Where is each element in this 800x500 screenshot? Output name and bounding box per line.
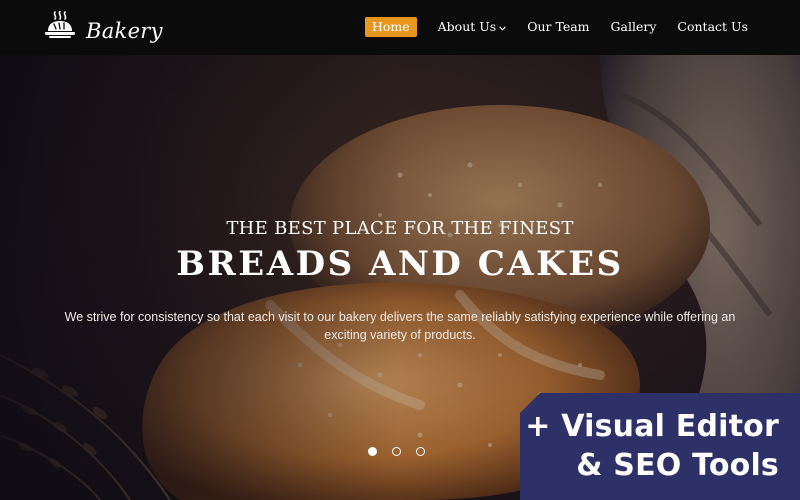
nav-home[interactable]: Home [364,17,417,37]
nav-about-us[interactable]: About Us [438,17,507,37]
hero-description: We strive for consistency so that each v… [64,310,736,342]
nav-our-team-label: Our Team [527,19,590,34]
nav-gallery-label: Gallery [610,19,657,34]
nav-contact-us-label: Contact Us [677,19,748,34]
hero-headline: BREADS AND CAKES [176,244,624,284]
nav-home-label: Home [371,19,410,34]
nav-gallery[interactable]: Gallery [611,17,657,37]
nav-contact-us[interactable]: Contact Us [677,17,748,37]
site-header: Bakery Home About Us Our Team Gallery Co… [0,0,800,55]
site-logo[interactable]: Bakery [44,11,163,45]
nav-our-team[interactable]: Our Team [527,17,589,37]
slider-dots [368,446,432,458]
promo-badge-line-1: + Visual Editor [525,409,779,444]
hero-eyebrow: THE BEST PLACE FOR THE FINEST [226,218,574,239]
nav-about-us-label: About Us [437,19,497,34]
chevron-down-icon [499,25,507,31]
bread-basket-icon [45,11,75,38]
promo-badge-line-2: & SEO Tools [576,448,779,483]
slider-dot-2[interactable] [392,447,401,456]
logo-text: Bakery [86,19,163,43]
slider-dot-3[interactable] [416,447,425,456]
promo-badge: + Visual Editor & SEO Tools [520,393,800,500]
main-nav: Home About Us Our Team Gallery Contact U… [364,17,748,37]
slider-dot-1[interactable] [368,447,377,456]
